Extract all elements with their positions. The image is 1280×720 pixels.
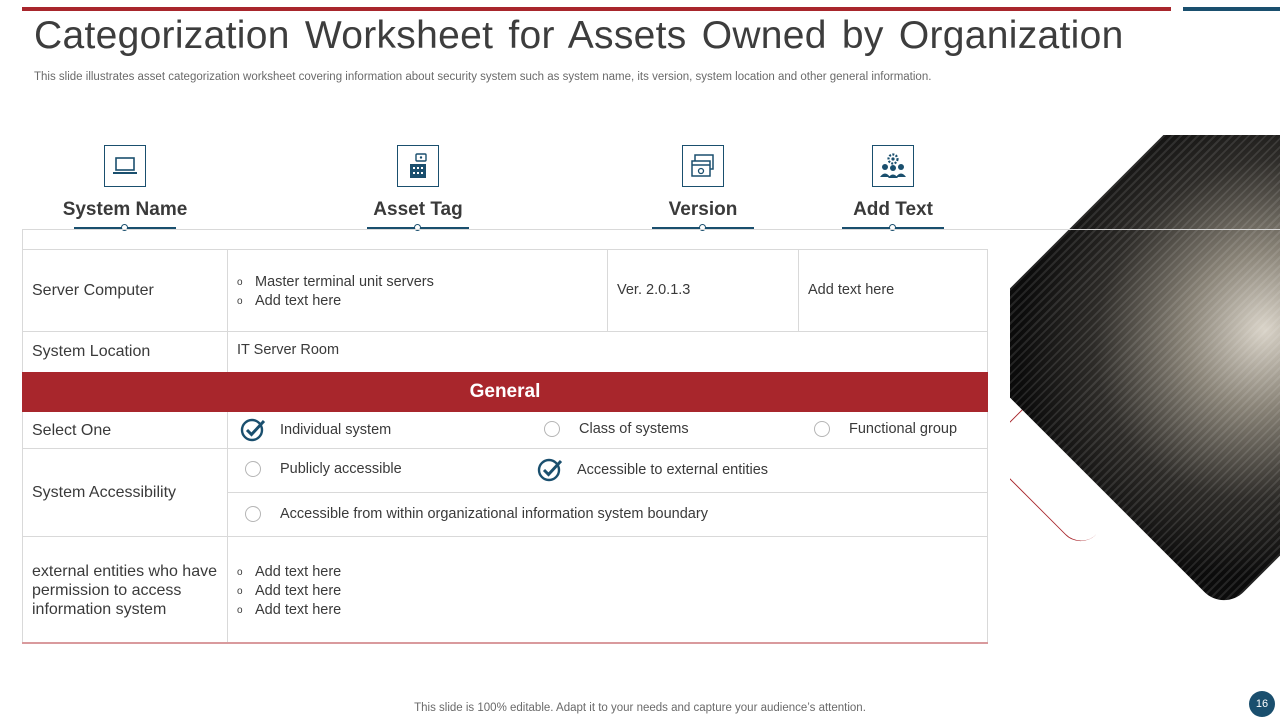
team-gear-icon xyxy=(872,145,914,187)
column-label: Add Text xyxy=(853,199,933,220)
list-item: o Add text here xyxy=(237,564,342,580)
general-section-header: General xyxy=(22,372,988,412)
system-location-value: IT Server Room xyxy=(237,342,340,358)
column-header-system-name: System Name xyxy=(35,145,215,231)
decorative-image-frame xyxy=(1010,135,1280,655)
server-version: Ver. 2.0.1.3 xyxy=(617,282,691,298)
column-label: Asset Tag xyxy=(373,199,463,220)
slide-footer: This slide is 100% editable. Adapt it to… xyxy=(414,702,866,714)
radio-empty-icon xyxy=(245,506,261,522)
option-publicly-accessible[interactable]: Publicly accessible xyxy=(245,461,402,477)
header-divider xyxy=(22,229,1280,230)
radio-empty-icon xyxy=(814,421,830,437)
option-individual-system[interactable]: Individual system xyxy=(240,417,391,443)
column-header-add-text: Add Text xyxy=(803,145,983,231)
slide-title: Categorization Worksheet for Assets Owne… xyxy=(34,14,1124,57)
option-functional-group[interactable]: Functional group xyxy=(814,421,957,437)
server-bullet-list: o Master terminal unit servers o Add text … xyxy=(237,273,434,311)
checked-circle-icon xyxy=(240,418,266,442)
row-label-server-computer: Server Computer xyxy=(32,282,154,299)
building-tag-icon xyxy=(397,145,439,187)
server-add-text: Add text here xyxy=(808,282,895,298)
row-label-select-one: Select One xyxy=(32,422,112,439)
list-item: o Add text here xyxy=(237,602,342,618)
column-label: Version xyxy=(668,199,738,220)
top-accent-bar-red xyxy=(22,7,1171,11)
radio-empty-icon xyxy=(544,421,560,437)
list-item: o Master terminal unit servers xyxy=(237,274,434,290)
abstract-bars-image xyxy=(1010,135,1280,612)
slide-subtitle: This slide illustrates asset categorizat… xyxy=(34,71,932,83)
row-label-system-location: System Location xyxy=(32,343,151,360)
column-label: System Name xyxy=(62,199,188,220)
browser-windows-icon xyxy=(682,145,724,187)
top-accent-bar-blue xyxy=(1183,7,1280,11)
row-label-system-accessibility: System Accessibility xyxy=(32,484,177,501)
option-accessible-external[interactable]: Accessible to external entities xyxy=(537,457,768,483)
option-accessible-within-boundary[interactable]: Accessible from within organizational in… xyxy=(245,506,708,522)
list-item: o Add text here xyxy=(237,583,342,599)
row-label-external-entities: external entities who have permission to… xyxy=(32,563,217,618)
option-class-of-systems[interactable]: Class of systems xyxy=(544,421,689,437)
radio-empty-icon xyxy=(245,461,261,477)
laptop-icon xyxy=(104,145,146,187)
column-header-version: Version xyxy=(613,145,793,231)
list-item: o Add text here xyxy=(237,293,342,309)
checked-circle-icon xyxy=(537,458,563,482)
page-number-badge: 16 xyxy=(1249,691,1275,717)
external-bullet-list: o Add text here o Add text here o Add text … xyxy=(237,563,341,620)
column-header-asset-tag: Asset Tag xyxy=(328,145,508,231)
